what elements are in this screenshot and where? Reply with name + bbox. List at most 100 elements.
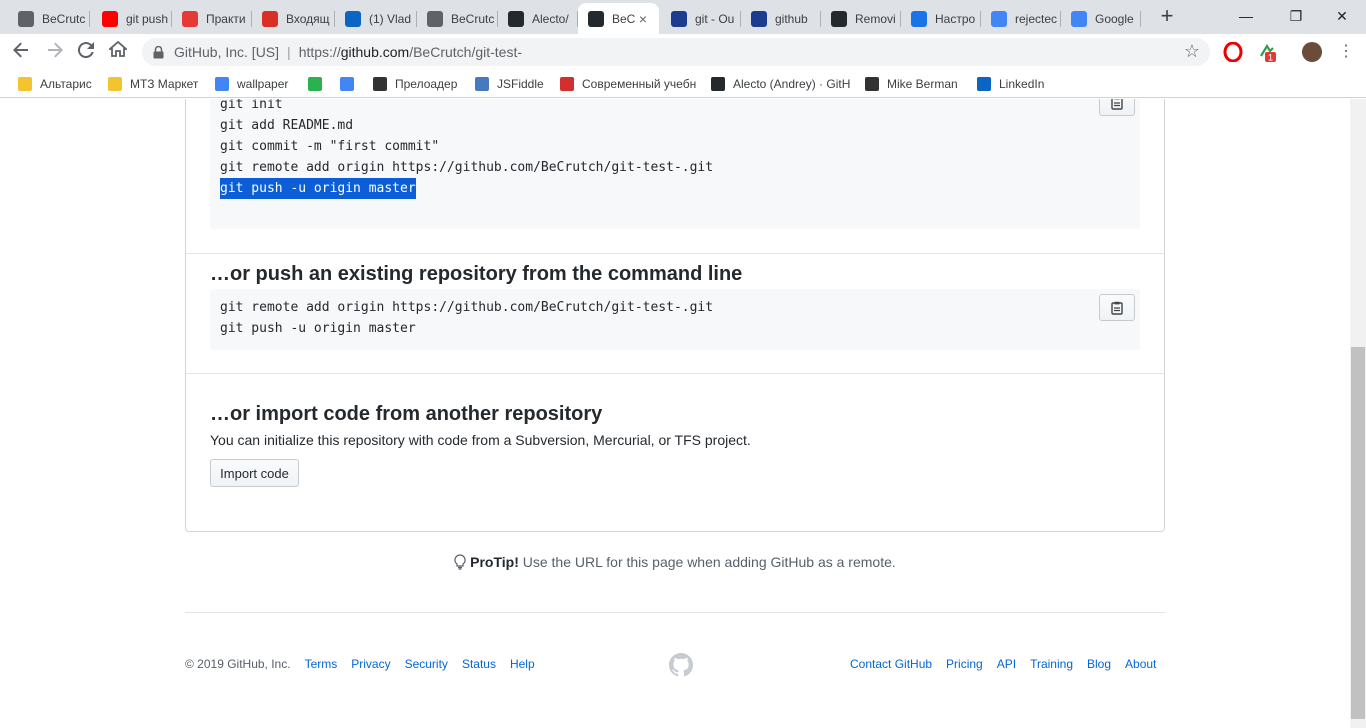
tab-title: Входящ <box>286 11 330 26</box>
tab-title: Google <box>1095 11 1134 26</box>
browser-tab[interactable]: Входящ <box>252 3 335 34</box>
reload-button[interactable] <box>74 40 98 64</box>
settings-icon <box>911 10 927 27</box>
copy-push-existing-button[interactable] <box>1099 294 1135 321</box>
tab-title: github <box>775 11 808 26</box>
restore-button[interactable]: ❐ <box>1276 4 1316 28</box>
footer-link-status[interactable]: Status <box>462 657 496 671</box>
figure-icon <box>560 77 574 91</box>
tab-strip: + — ❐ ✕ BeCrutc git push Практи Входящ (1) V… <box>0 0 1366 34</box>
browser-tab[interactable]: Alecto/ <box>498 3 578 34</box>
footer-link-terms[interactable]: Terms <box>305 657 338 671</box>
footer-link-pricing[interactable]: Pricing <box>946 657 983 671</box>
svg-text:1: 1 <box>1268 53 1273 63</box>
bookmark-item[interactable]: Современный учебн <box>560 75 696 93</box>
browser-tab[interactable]: Google <box>1061 3 1141 34</box>
browser-tab[interactable]: git push <box>92 3 172 34</box>
code-line[interactable]: git remote add origin https://github.com… <box>220 157 713 178</box>
bookmark-item[interactable] <box>308 75 330 93</box>
bookmark-item[interactable]: Прелоадер <box>373 75 457 93</box>
feather-icon <box>865 77 879 91</box>
bookmark-item[interactable]: LinkedIn <box>977 75 1044 93</box>
javarush-icon <box>182 10 198 27</box>
footer-link-training[interactable]: Training <box>1030 657 1073 671</box>
tab-title: (1) Vlad <box>369 11 412 26</box>
lightbulb-icon <box>454 554 466 570</box>
browser-tab[interactable]: Настро <box>901 3 981 34</box>
copy-new-repo-button[interactable] <box>1099 99 1135 116</box>
browser-tab[interactable]: git - Ou <box>661 3 741 34</box>
bookmark-star-icon[interactable]: ☆ <box>1184 41 1200 62</box>
forward-button[interactable] <box>43 40 67 64</box>
close-window-button[interactable]: ✕ <box>1322 4 1362 28</box>
bookmark-item[interactable]: wallpaper <box>215 75 288 93</box>
browser-toolbar: GitHub, Inc. [US] | https://github.com/B… <box>0 34 1366 70</box>
browser-tab[interactable]: github <box>741 3 821 34</box>
home-icon <box>107 40 129 57</box>
footer-link-contact-github[interactable]: Contact GitHub <box>850 657 932 671</box>
close-tab-icon[interactable]: × <box>635 11 651 27</box>
bookmarks-bar: Альтарис МТЗ Маркет wallpaper Прелоадер JSFi… <box>0 70 1366 98</box>
github-icon <box>831 10 847 27</box>
address-bar[interactable]: GitHub, Inc. [US] | https://github.com/B… <box>142 38 1210 66</box>
footer-left: © 2019 GitHub, Inc. Terms Privacy Security S… <box>185 657 549 671</box>
translate-icon <box>340 77 354 91</box>
home-button[interactable] <box>106 40 130 64</box>
footer-link-blog[interactable]: Blog <box>1087 657 1111 671</box>
scrollbar-thumb[interactable] <box>1351 347 1365 719</box>
code-line[interactable]: git commit -m "first commit" <box>220 136 439 157</box>
github-logo-icon[interactable] <box>669 653 693 677</box>
opera-extension-icon[interactable] <box>1223 41 1243 63</box>
minimize-button[interactable]: — <box>1226 4 1266 28</box>
footer-link-security[interactable]: Security <box>405 657 448 671</box>
protip-text: Use the URL for this page when adding Gi… <box>518 554 896 570</box>
bookmark-item[interactable]: МТЗ Маркет <box>108 75 198 93</box>
new-repo-code-block: echo "# git-test-" >> README.mdgit initg… <box>210 99 1140 229</box>
github-icon <box>588 10 604 27</box>
footer-link-privacy[interactable]: Privacy <box>351 657 390 671</box>
browser-menu-icon[interactable]: ⋮ <box>1336 42 1356 62</box>
site-identity[interactable]: GitHub, Inc. [US] <box>174 44 279 60</box>
tab-title: git push <box>126 11 169 26</box>
browser-tab[interactable]: BeCrutc <box>417 3 498 34</box>
browser-tab[interactable]: BeCrutc <box>8 3 90 34</box>
protip: ProTip! Use the URL for this page when a… <box>0 554 1350 570</box>
code-line[interactable]: git init <box>220 99 283 115</box>
url-text[interactable]: https://github.com/BeCrutch/git-test- <box>299 44 522 60</box>
tab-title: rejectec <box>1015 11 1058 26</box>
new-tab-button[interactable]: + <box>1155 5 1179 29</box>
clipboard-icon <box>1111 301 1123 315</box>
extension-icon[interactable]: 1 <box>1257 42 1277 63</box>
bookmark-item[interactable]: JSFiddle <box>475 75 544 93</box>
browser-tab[interactable]: (1) Vlad <box>335 3 417 34</box>
import-code-button[interactable]: Import code <box>210 459 299 487</box>
footer-link-help[interactable]: Help <box>510 657 535 671</box>
clipboard-icon <box>1111 99 1123 110</box>
bookmark-item[interactable]: Альтарис <box>18 75 92 93</box>
google-translate-icon <box>1071 10 1087 27</box>
code-line[interactable]: git remote add origin https://github.com… <box>220 297 713 318</box>
protip-label: ProTip! <box>470 554 519 570</box>
bookmark-item[interactable]: Mike Berman <box>865 75 958 93</box>
footer-link-api[interactable]: API <box>997 657 1016 671</box>
bookmark-item[interactable] <box>340 75 362 93</box>
bookmark-label: Mike Berman <box>887 77 958 91</box>
bookmark-label: Альтарис <box>40 77 92 91</box>
page-scrollbar[interactable] <box>1350 99 1366 728</box>
browser-tab[interactable]: rejectec <box>981 3 1061 34</box>
browser-tab[interactable]: Removi <box>821 3 901 34</box>
back-button[interactable] <box>9 40 33 64</box>
bookmark-label: МТЗ Маркет <box>130 77 199 91</box>
code-line[interactable]: git push -u origin master <box>220 318 416 339</box>
footer-right: Contact GitHub Pricing API Training Blog Abou… <box>850 657 1156 671</box>
bookmark-item[interactable]: Alecto (Andrey) · GitH <box>711 75 850 93</box>
bookmark-label: Современный учебн <box>582 77 697 91</box>
p-icon <box>373 77 387 91</box>
footer-link-about[interactable]: About <box>1125 657 1156 671</box>
code-line[interactable]: git push -u origin master <box>220 178 416 199</box>
code-line[interactable]: git add README.md <box>220 115 353 136</box>
tab-title: BeCrutc <box>42 11 86 26</box>
browser-tab[interactable]: Практи <box>172 3 252 34</box>
browser-tab[interactable]: BeC × <box>578 3 659 34</box>
profile-avatar[interactable] <box>1302 42 1322 62</box>
